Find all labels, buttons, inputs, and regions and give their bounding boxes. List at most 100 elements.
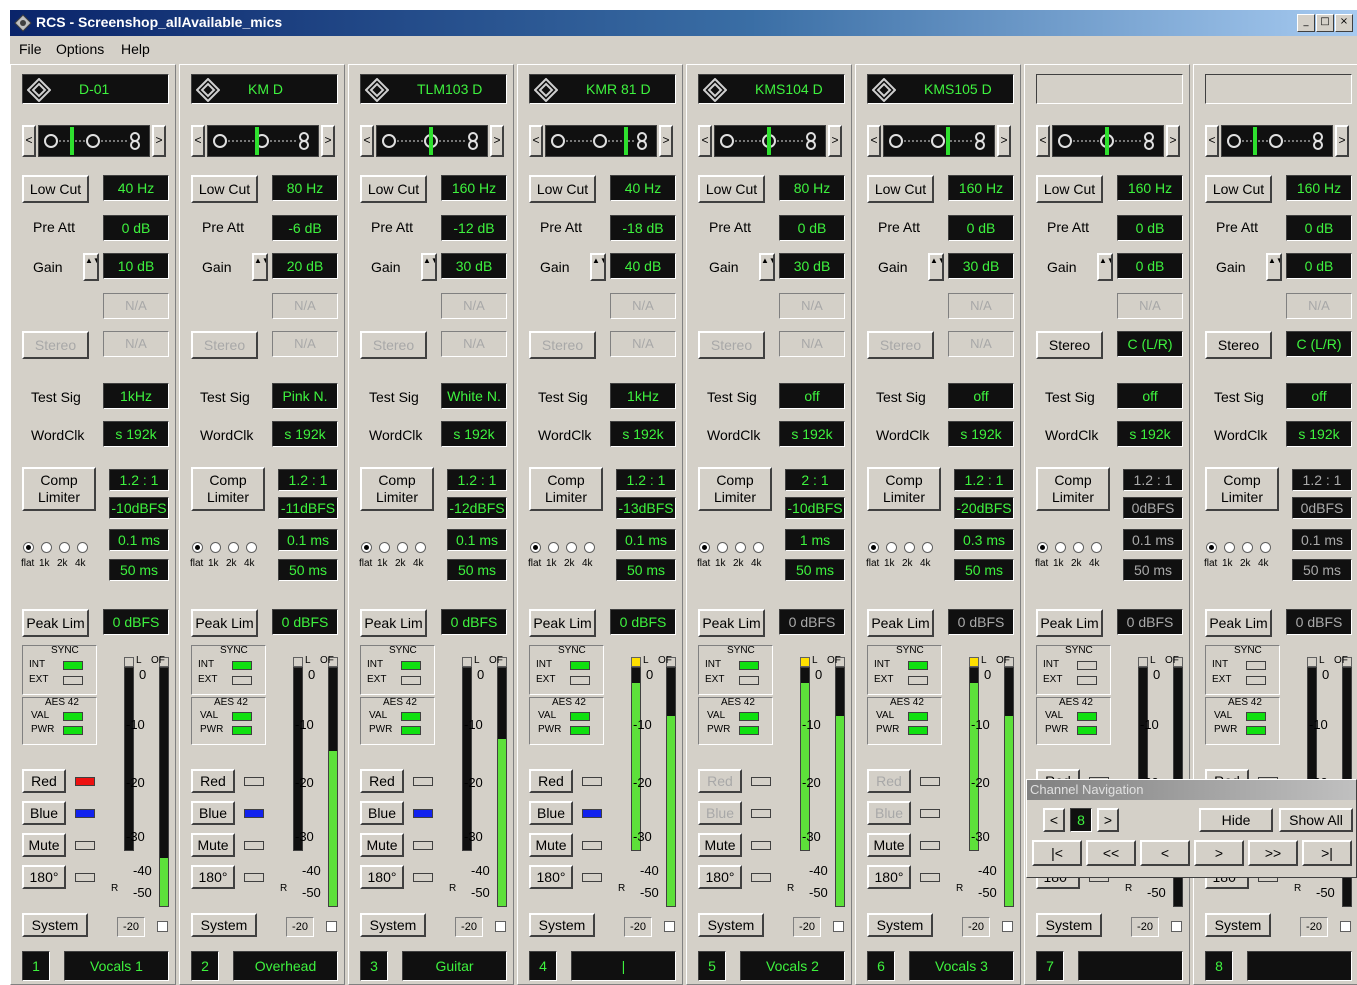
pre-att-value[interactable]: -6 dB: [272, 215, 338, 241]
polar-pattern-slider[interactable]: [38, 125, 150, 157]
comp-freq-radio-1k[interactable]: [886, 542, 897, 553]
wordclk-value[interactable]: s 192k: [610, 421, 676, 447]
nav-next-button[interactable]: >: [1097, 808, 1119, 832]
pre-att-value[interactable]: -12 dB: [441, 215, 507, 241]
pre-att-value[interactable]: 0 dB: [779, 215, 845, 241]
pattern-right-button[interactable]: >: [490, 125, 504, 157]
channel-name-display[interactable]: Guitar: [402, 951, 507, 981]
channel-name-display[interactable]: [1078, 951, 1183, 981]
comp-freq-radio-1k[interactable]: [210, 542, 221, 553]
comp-attack-value[interactable]: 1 ms: [785, 529, 845, 551]
comp-freq-radio-4k[interactable]: [584, 542, 595, 553]
comp-freq-radio-4k[interactable]: [1091, 542, 1102, 553]
nav-prev-button[interactable]: <: [1043, 808, 1065, 832]
comp-freq-radio-4k[interactable]: [753, 542, 764, 553]
comp-freq-radio-4k[interactable]: [77, 542, 88, 553]
blue-button[interactable]: Blue: [191, 801, 235, 825]
peak-lim-value[interactable]: 0 dBFS: [441, 609, 507, 635]
nav-back-fast-button[interactable]: <<: [1086, 840, 1136, 866]
comp-freq-radio-2k[interactable]: [735, 542, 746, 553]
pattern-left-button[interactable]: <: [867, 125, 881, 157]
comp-ratio-value[interactable]: 1.2 : 1: [616, 469, 676, 491]
comp-release-value[interactable]: 50 ms: [1123, 559, 1183, 581]
wordclk-value[interactable]: s 192k: [441, 421, 507, 447]
pre-att-value[interactable]: 0 dB: [103, 215, 169, 241]
channel-name-display[interactable]: Vocals 1: [64, 951, 169, 981]
nav-last-button[interactable]: >|: [1302, 840, 1352, 866]
comp-freq-radio-2k[interactable]: [1073, 542, 1084, 553]
system-checkbox[interactable]: [664, 921, 675, 932]
polar-pattern-thumb[interactable]: [255, 127, 259, 155]
comp-attack-value[interactable]: 0.1 ms: [109, 529, 169, 551]
comp-ratio-value[interactable]: 1.2 : 1: [1292, 469, 1352, 491]
pre-att-value[interactable]: 0 dB: [1286, 215, 1352, 241]
polar-pattern-slider[interactable]: [1221, 125, 1333, 157]
nav-first-button[interactable]: |<: [1032, 840, 1082, 866]
peak-lim-button[interactable]: Peak Lim: [529, 609, 596, 637]
comp-attack-value[interactable]: 0.1 ms: [616, 529, 676, 551]
peak-lim-button[interactable]: Peak Lim: [360, 609, 427, 637]
comp-limiter-button[interactable]: Comp Limiter: [698, 467, 772, 511]
nav-forward-fast-button[interactable]: >>: [1248, 840, 1298, 866]
polar-pattern-thumb[interactable]: [767, 127, 771, 155]
minimize-button[interactable]: _: [1297, 14, 1315, 32]
pre-att-value[interactable]: 0 dB: [948, 215, 1014, 241]
phase-button[interactable]: 180°: [698, 865, 742, 889]
comp-freq-radio-4k[interactable]: [246, 542, 257, 553]
blue-button[interactable]: Blue: [360, 801, 404, 825]
red-button[interactable]: Red: [867, 769, 911, 793]
low-cut-button[interactable]: Low Cut: [1205, 175, 1272, 203]
comp-freq-radio-flat[interactable]: [192, 542, 203, 553]
comp-threshold-value[interactable]: -10dBFS: [785, 497, 845, 519]
polar-pattern-slider[interactable]: [545, 125, 657, 157]
comp-attack-value[interactable]: 0.1 ms: [1123, 529, 1183, 551]
comp-limiter-button[interactable]: Comp Limiter: [22, 467, 96, 511]
red-button[interactable]: Red: [360, 769, 404, 793]
menu-options[interactable]: Options: [56, 41, 104, 57]
system-checkbox[interactable]: [1340, 921, 1351, 932]
pattern-left-button[interactable]: <: [22, 125, 36, 157]
comp-freq-radio-flat[interactable]: [23, 542, 34, 553]
nav-forward-button[interactable]: >: [1194, 840, 1244, 866]
comp-release-value[interactable]: 50 ms: [278, 559, 338, 581]
comp-ratio-value[interactable]: 2 : 1: [785, 469, 845, 491]
channel-name-display[interactable]: [1247, 951, 1352, 981]
pattern-left-button[interactable]: <: [1205, 125, 1219, 157]
system-button[interactable]: System: [1205, 913, 1271, 937]
polar-pattern-thumb[interactable]: [429, 127, 433, 155]
system-button[interactable]: System: [191, 913, 257, 937]
polar-pattern-thumb[interactable]: [624, 127, 628, 155]
system-button[interactable]: System: [698, 913, 764, 937]
comp-release-value[interactable]: 50 ms: [109, 559, 169, 581]
red-button[interactable]: Red: [191, 769, 235, 793]
mute-button[interactable]: Mute: [22, 833, 66, 857]
channel-name-display[interactable]: Overhead: [233, 951, 338, 981]
comp-freq-radio-2k[interactable]: [904, 542, 915, 553]
comp-attack-value[interactable]: 0.1 ms: [1292, 529, 1352, 551]
peak-lim-value[interactable]: 0 dBFS: [610, 609, 676, 635]
polar-pattern-thumb[interactable]: [70, 127, 74, 155]
comp-freq-radio-2k[interactable]: [59, 542, 70, 553]
pattern-right-button[interactable]: >: [152, 125, 166, 157]
peak-lim-value[interactable]: 0 dBFS: [779, 609, 845, 635]
polar-pattern-thumb[interactable]: [1253, 127, 1257, 155]
comp-threshold-value[interactable]: 0dBFS: [1292, 497, 1352, 519]
low-cut-button[interactable]: Low Cut: [360, 175, 427, 203]
comp-ratio-value[interactable]: 1.2 : 1: [1123, 469, 1183, 491]
low-cut-button[interactable]: Low Cut: [698, 175, 765, 203]
gain-spin-control[interactable]: ▲▼: [590, 253, 606, 281]
peak-lim-button[interactable]: Peak Lim: [191, 609, 258, 637]
pattern-left-button[interactable]: <: [360, 125, 374, 157]
pattern-right-button[interactable]: >: [997, 125, 1011, 157]
wordclk-value[interactable]: s 192k: [103, 421, 169, 447]
comp-limiter-button[interactable]: Comp Limiter: [1205, 467, 1279, 511]
polar-pattern-slider[interactable]: [883, 125, 995, 157]
comp-freq-radio-flat[interactable]: [868, 542, 879, 553]
comp-threshold-value[interactable]: -13dBFS: [616, 497, 676, 519]
test-sig-value[interactable]: off: [1286, 383, 1352, 409]
pattern-left-button[interactable]: <: [529, 125, 543, 157]
low-cut-button[interactable]: Low Cut: [867, 175, 934, 203]
blue-button[interactable]: Blue: [698, 801, 742, 825]
pre-att-value[interactable]: 0 dB: [1117, 215, 1183, 241]
comp-freq-radio-flat[interactable]: [699, 542, 710, 553]
